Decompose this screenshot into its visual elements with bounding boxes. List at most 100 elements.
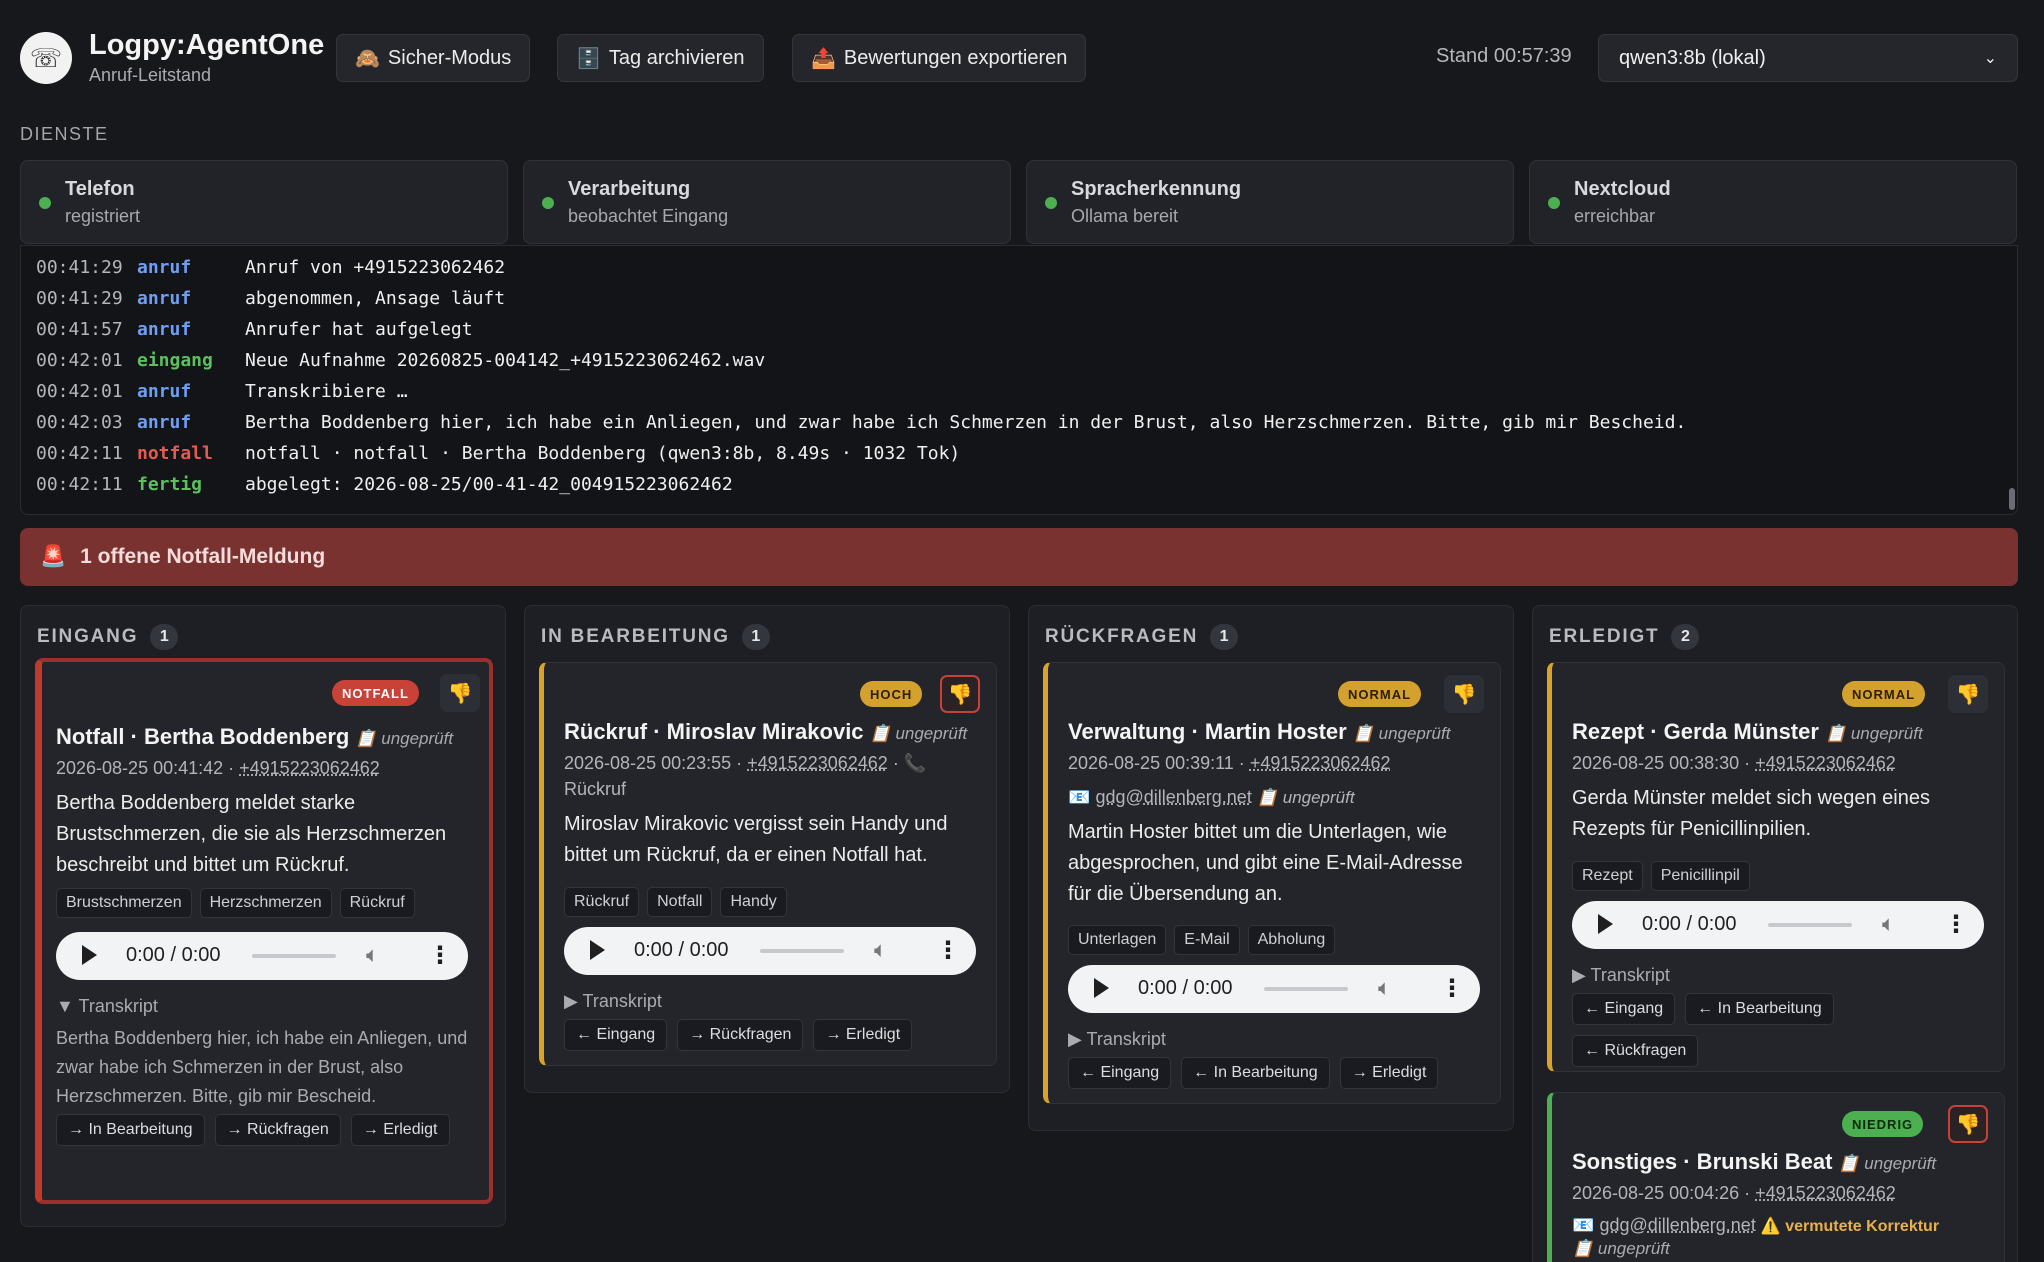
transcript-toggle[interactable]: ▶ Transkript [1068,1029,1166,1050]
audio-player[interactable]: 0:00 / 0:00 🔈︎ ⋮ [1572,901,1984,949]
services-label: DIENSTE [20,124,109,144]
column-title: ERLEDIGT [1549,626,1660,647]
safe-mode-icon: 🙈 [355,47,380,70]
tag-list: Unterlagen E-Mail Abholung [1068,925,1336,955]
service-state: beobachtet Eingang [568,206,729,226]
log-message: Anrufer hat aufgelegt [245,319,473,340]
audio-progress-bar[interactable] [760,949,844,953]
audio-time: 0:00 / 0:00 [634,939,729,961]
call-card[interactable]: NIEDRIG 👎 Sonstiges · Brunski Beat 📋 unge… [1547,1092,2005,1262]
phone-link[interactable]: +4915223062462 [747,753,888,773]
column-in-bearbeitung: IN BEARBEITUNG 1 HOCH 👎 Rückruf · Mirosl… [524,605,1010,1093]
export-ratings-button[interactable]: 📤 Bewertungen exportieren [792,34,1087,82]
more-options-icon[interactable]: ⋮ [936,936,960,965]
call-card[interactable]: NORMAL 👎 Verwaltung · Martin Hoster 📋 ung… [1043,662,1501,1104]
unchecked-text: ungeprüft [1850,724,1923,743]
phone-link[interactable]: +4915223062462 [1755,753,1896,773]
play-icon[interactable] [82,945,97,965]
archive-day-button[interactable]: 🗄️ Tag archivieren [557,34,764,82]
more-options-icon[interactable]: ⋮ [428,941,452,970]
status-timestamp: Stand 00:57:39 [1436,45,1572,67]
phone-link[interactable]: +4915223062462 [239,758,380,778]
tag: Rezept [1572,861,1643,891]
log-row: 00:42:03 anruf Bertha Boddenberg hier, ich… [21,407,2017,438]
volume-icon[interactable]: 🔈︎ [874,937,887,963]
card-title: Rezept · Gerda Münster 📋 ungeprüft [1572,719,1923,745]
move-button[interactable]: ← In Bearbeitung [1685,993,1834,1025]
thumbs-down-icon[interactable]: 👎 [440,674,480,712]
more-options-icon[interactable]: ⋮ [1440,974,1464,1003]
event-log[interactable]: 00:41:29 anruf Anruf von +4915223062462 00… [20,245,2018,515]
transcript-toggle[interactable]: ▶ Transkript [564,991,662,1012]
phone-link[interactable]: +4915223062462 [1755,1183,1896,1203]
service-state: erreichbar [1574,206,1656,226]
audio-progress-bar[interactable] [1264,987,1348,991]
move-button[interactable]: ← In Bearbeitung [1181,1057,1330,1089]
card-date: 2026-08-25 00:38:30 · [1572,753,1756,773]
column-count: 1 [1210,624,1239,650]
thumbs-down-icon[interactable]: 👎 [1444,675,1484,713]
model-select[interactable]: qwen3:8b (lokal) ⌄ [1598,34,2018,82]
transcript-label: Transkript [78,996,158,1016]
more-options-icon[interactable]: ⋮ [1944,910,1968,939]
card-summary: Martin Hoster bittet um die Unterlagen, … [1068,821,1463,905]
email-link[interactable]: gdg@dillenberg.net [1095,787,1251,807]
unchecked-text: ungeprüft [1282,788,1355,807]
move-button[interactable]: ← Rückfragen [1572,1035,1699,1067]
column-rueckfragen: RÜCKFRAGEN 1 NORMAL 👎 Verwaltung · Marti… [1028,605,1514,1131]
tag: Handy [720,887,787,917]
audio-player[interactable]: 0:00 / 0:00 🔈︎ ⋮ [564,927,976,975]
tag: Abholung [1247,925,1336,955]
audio-progress-bar[interactable] [1768,923,1852,927]
thumbs-down-icon[interactable]: 👎 [1948,1105,1988,1143]
archive-icon: 🗄️ [576,47,601,70]
play-icon[interactable] [1598,914,1613,934]
transcript-label: Transkript [1086,1029,1166,1049]
play-icon[interactable] [590,940,605,960]
log-time: 00:41:57 [36,319,123,340]
play-icon[interactable] [1094,978,1109,998]
transcript-toggle[interactable]: ▼ Transkript [56,996,158,1017]
call-card[interactable]: HOCH 👎 Rückruf · Miroslav Mirakovic 📋 ung… [539,662,997,1066]
unchecked-text: ungeprüft [895,724,968,743]
audio-player[interactable]: 0:00 / 0:00 🔈︎ ⋮ [56,932,468,980]
move-buttons: ← Eingang ← In Bearbeitung ← Rückfragen [1572,993,1872,1067]
move-button[interactable]: ← Eingang [1572,993,1676,1025]
card-date: 2026-08-25 00:41:42 · [56,758,240,778]
transcript-toggle[interactable]: ▶ Transkript [1572,965,1670,986]
move-button[interactable]: ← Eingang [1068,1057,1172,1089]
unchecked-text: ungeprüft [1378,724,1451,743]
move-button[interactable]: → In Bearbeitung [56,1114,205,1146]
log-kind: eingang [137,350,213,371]
move-buttons: ← Eingang ← In Bearbeitung → Erledigt [1068,1057,1439,1089]
tag: Penicillinpil [1650,861,1750,891]
move-button[interactable]: ← Eingang [564,1019,668,1051]
move-button[interactable]: → Erledigt [1339,1057,1439,1089]
call-card[interactable]: NOTFALL 👎 Notfall · Bertha Boddenberg 📋 u… [35,658,493,1204]
audio-player[interactable]: 0:00 / 0:00 🔈︎ ⋮ [1068,965,1480,1013]
log-time: 00:42:03 [36,412,123,433]
column-count: 1 [150,624,179,650]
unchecked-label: 📋 ungeprüft [1256,788,1355,807]
card-title-text: Notfall · Bertha Boddenberg [56,724,350,749]
emergency-alert-banner[interactable]: 🚨 1 offene Notfall-Meldung [20,528,2018,586]
thumbs-down-icon[interactable]: 👎 [940,675,980,713]
volume-icon[interactable]: 🔈︎ [1378,975,1391,1001]
log-kind: anruf [137,381,192,402]
safe-mode-button[interactable]: 🙈 Sicher-Modus [336,34,531,82]
log-message: abgelegt: 2026-08-25/00-41-42_0049152230… [245,474,733,495]
phone-link[interactable]: +4915223062462 [1250,753,1391,773]
move-button[interactable]: → Erledigt [350,1114,450,1146]
volume-icon[interactable]: 🔈︎ [1882,911,1895,937]
thumbs-down-icon[interactable]: 👎 [1948,675,1988,713]
audio-progress-bar[interactable] [252,954,336,958]
volume-icon[interactable]: 🔈︎ [366,942,379,968]
log-time: 00:42:11 [36,443,123,464]
move-button[interactable]: → Erledigt [813,1019,913,1051]
log-scrollbar[interactable] [2009,488,2015,510]
move-button[interactable]: → Rückfragen [677,1019,804,1051]
call-card[interactable]: NORMAL 👎 Rezept · Gerda Münster 📋 ungeprü… [1547,662,2005,1072]
email-link[interactable]: gdg@dillenberg.net [1599,1215,1755,1235]
move-button[interactable]: → Rückfragen [214,1114,341,1146]
priority-badge: HOCH [860,681,923,707]
